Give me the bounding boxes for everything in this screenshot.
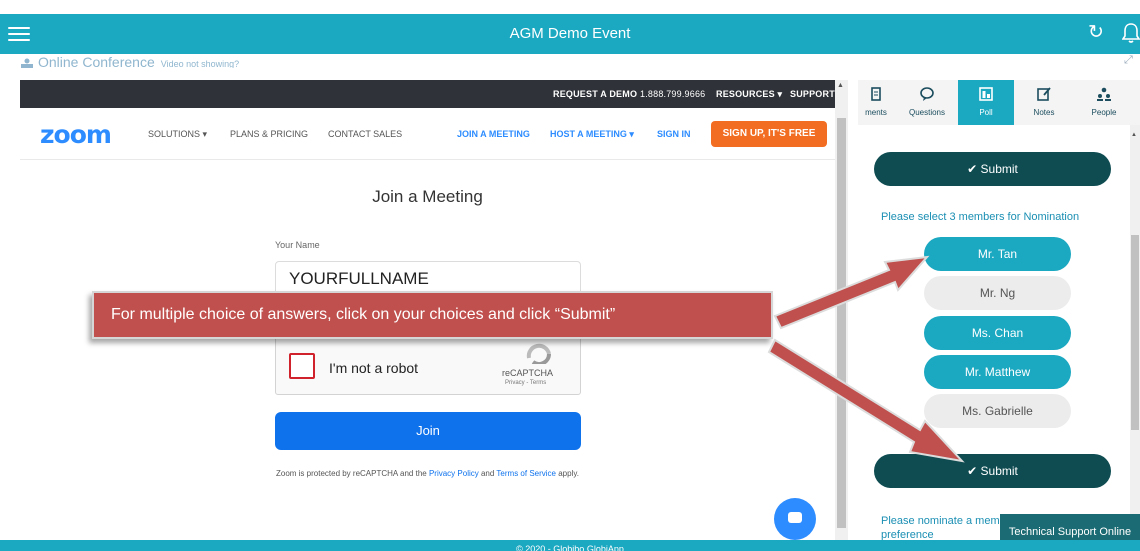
choice-mr-tan[interactable]: Mr. Tan [924, 237, 1071, 271]
choice-mr-matthew[interactable]: Mr. Matthew [924, 355, 1071, 389]
poll-icon [979, 87, 993, 101]
poll-question: Please select 3 members for Nomination [881, 211, 1080, 223]
recaptcha-label: I'm not a robot [329, 360, 419, 376]
disclaimer-suffix: apply. [558, 469, 579, 478]
tab-questions[interactable]: Questions [898, 80, 956, 125]
contact-sales-link[interactable]: CONTACT SALES [328, 129, 402, 139]
conference-label: Online Conference [38, 54, 155, 68]
submit-button[interactable]: ✔ Submit [874, 454, 1111, 488]
poll-panel: ments Questions Poll Notes People ✔ Subm… [858, 80, 1140, 541]
chat-bubble-icon [920, 87, 934, 101]
conference-icon [21, 58, 33, 68]
people-icon [1097, 87, 1111, 101]
disclaimer-prefix: Zoom is protected by reCAPTCHA and the [275, 469, 427, 478]
join-button[interactable]: Join [275, 412, 581, 450]
host-meeting-menu[interactable]: HOST A MEETING ▾ [550, 129, 634, 140]
tab-label: ments [865, 108, 887, 117]
video-not-showing-link[interactable]: Video not showing? [161, 59, 239, 68]
panel-tabs: ments Questions Poll Notes People [858, 80, 1140, 125]
phone-number[interactable]: 1.888.799.9666 [640, 89, 705, 99]
choice-mr-ng[interactable]: Mr. Ng [924, 276, 1071, 310]
top-bar: AGM Demo Event ↻ [0, 14, 1140, 54]
support-link[interactable]: SUPPORT [790, 89, 835, 99]
scroll-up-icon[interactable]: ▲ [837, 82, 844, 89]
recaptcha-checkbox[interactable] [289, 353, 315, 379]
recaptcha-disclaimer: Zoom is protected by reCAPTCHA and the P… [20, 469, 835, 478]
request-demo-link[interactable]: REQUEST A DEMO [553, 89, 637, 99]
document-icon [871, 87, 881, 101]
name-label: Your Name [275, 240, 320, 250]
submit-button-top[interactable]: ✔ Submit [874, 152, 1111, 186]
privacy-policy-link[interactable]: Privacy Policy [429, 469, 479, 478]
zoom-nav: zoom SOLUTIONS ▾ PLANS & PRICING CONTACT… [20, 108, 835, 160]
terms-of-service-link[interactable]: Terms of Service [496, 469, 556, 478]
recaptcha-widget: I'm not a robot reCAPTCHA Privacy - Term… [275, 335, 581, 395]
scrollbar-thumb[interactable] [837, 118, 846, 528]
event-title: AGM Demo Event [509, 25, 631, 42]
tab-label: People [1091, 108, 1117, 117]
edit-note-icon [1037, 87, 1051, 101]
sign-up-button[interactable]: SIGN UP, IT'S FREE [711, 121, 827, 147]
recaptcha-privacy-terms[interactable]: Privacy - Terms [505, 380, 546, 386]
bell-icon[interactable] [1122, 22, 1140, 44]
page-heading: Join a Meeting [372, 187, 483, 206]
disclaimer-and: and [480, 469, 495, 478]
plans-pricing-link[interactable]: PLANS & PRICING [230, 129, 308, 139]
choice-ms-gabrielle[interactable]: Ms. Gabrielle [924, 394, 1071, 428]
scrollbar-thumb[interactable] [1131, 235, 1139, 430]
tab-label: Notes [1033, 108, 1055, 117]
conference-header: Online Conference Video not showing? [20, 54, 820, 68]
scroll-up-icon[interactable]: ▲ [1131, 132, 1137, 138]
solutions-menu[interactable]: SOLUTIONS ▾ [148, 129, 207, 140]
tab-label: Questions [908, 108, 946, 117]
join-meeting-link[interactable]: JOIN A MEETING [457, 129, 530, 139]
footer: © 2020 - Globibo GlobiApp [0, 540, 1140, 551]
instruction-callout: For multiple choice of answers, click on… [92, 291, 773, 339]
recaptcha-logo-icon [526, 343, 551, 364]
zoom-scrollbar[interactable]: ▲ [835, 80, 848, 540]
expand-icon[interactable]: ⤢ [1124, 54, 1133, 67]
chat-icon [788, 512, 802, 523]
recaptcha-brand: reCAPTCHA [502, 368, 554, 378]
choice-ms-chan[interactable]: Ms. Chan [924, 316, 1071, 350]
sign-in-link[interactable]: SIGN IN [657, 129, 691, 139]
tab-people[interactable]: People [1074, 80, 1134, 125]
panel-scrollbar[interactable]: ▲ [1130, 125, 1140, 540]
tab-notes[interactable]: Notes [1016, 80, 1072, 125]
tab-label: Poll [979, 108, 993, 117]
resources-menu[interactable]: RESOURCES ▾ [716, 89, 782, 100]
chat-bubble-button[interactable] [774, 498, 816, 540]
zoom-utility-bar: REQUEST A DEMO 1.888.799.9666 RESOURCES … [20, 80, 835, 108]
app-window: AGM Demo Event ↻ Online Conference Video … [0, 0, 1140, 551]
zoom-logo[interactable]: zoom [40, 120, 112, 149]
refresh-icon[interactable]: ↻ [1088, 21, 1104, 44]
tab-poll[interactable]: Poll [958, 80, 1014, 125]
tab-documents[interactable]: ments [858, 80, 894, 125]
